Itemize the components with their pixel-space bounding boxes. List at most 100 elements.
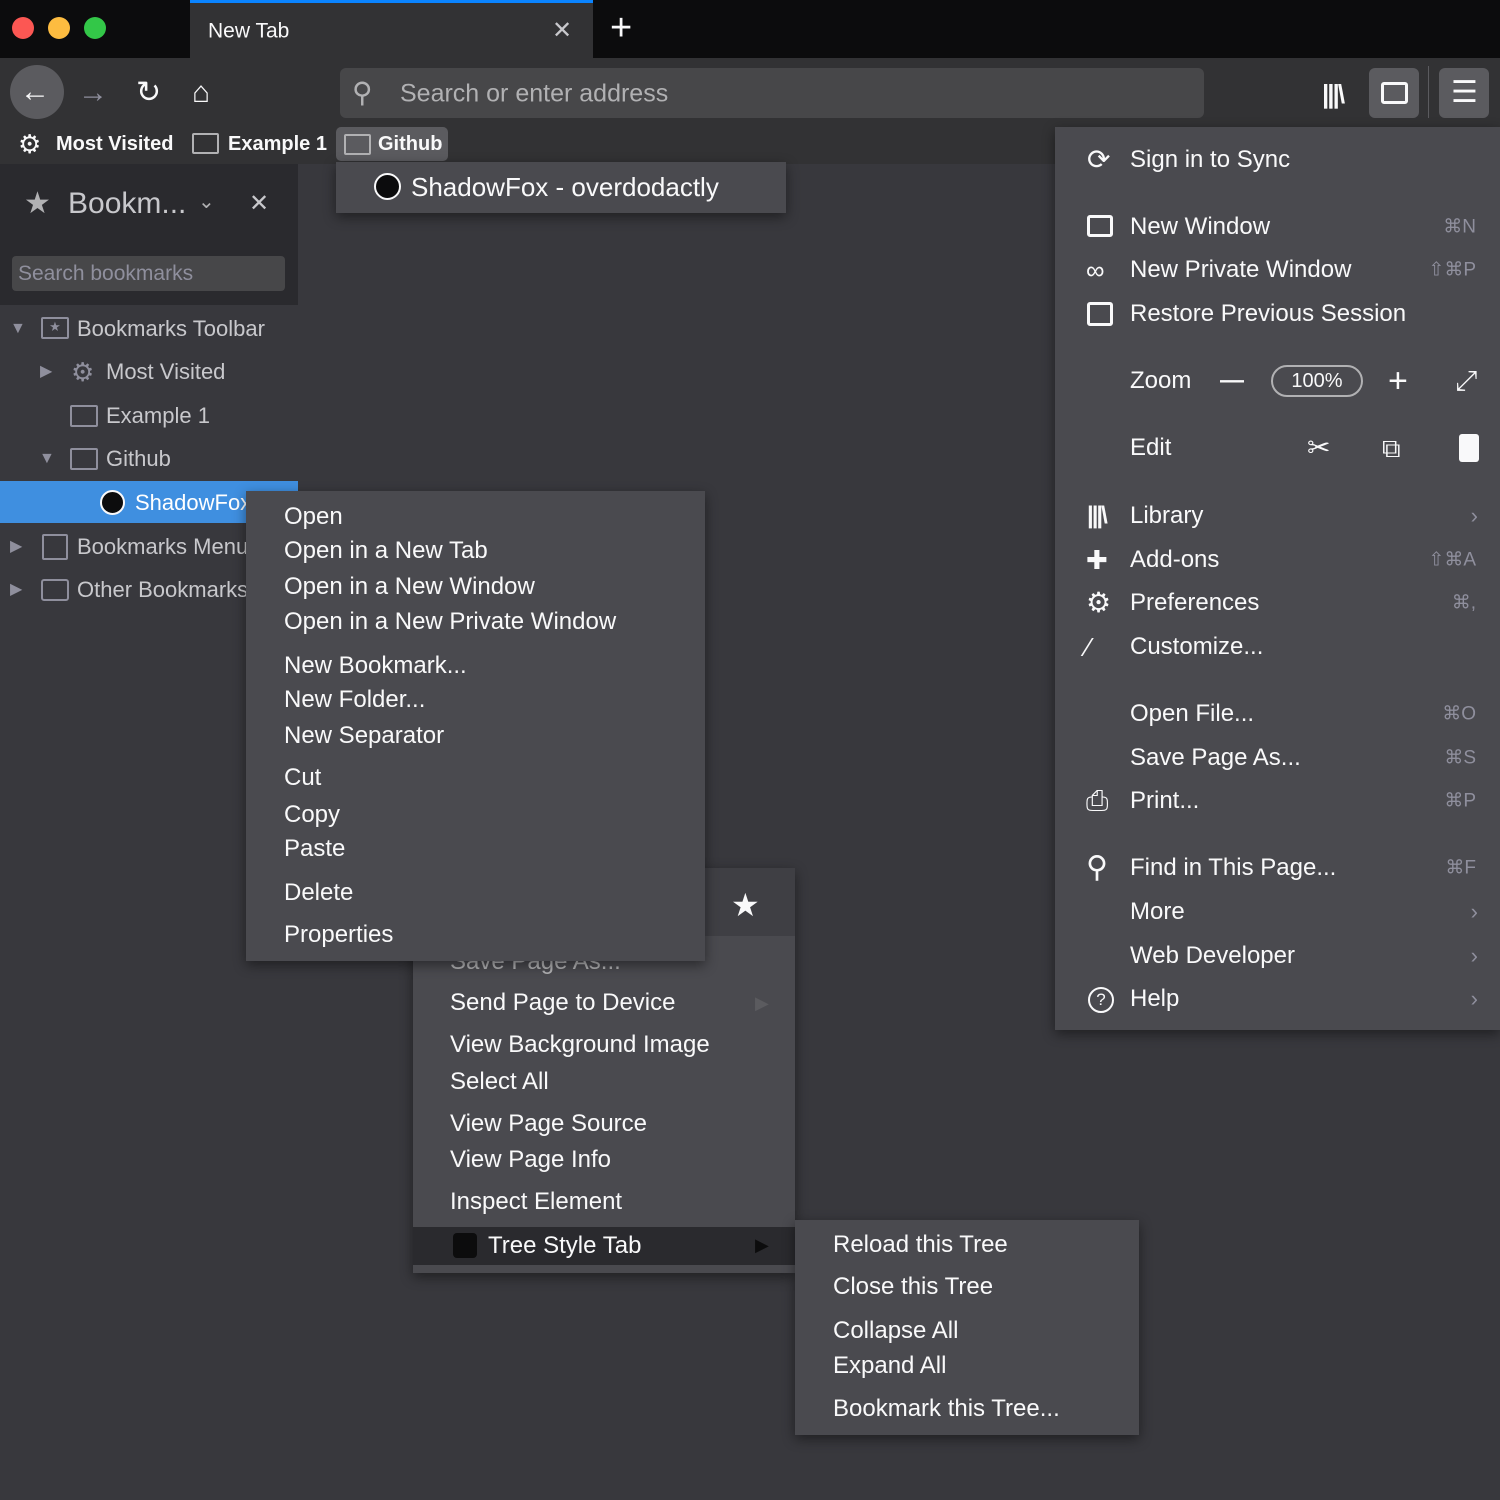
close-tab-icon[interactable]: ✕ [552,19,572,43]
tree-item-most-visited[interactable]: Most Visited [106,361,225,383]
folder-icon [70,405,98,427]
search-bookmarks-input[interactable] [12,256,285,291]
shortcut-label: ⌘, [1451,592,1476,614]
bm-item-new-bookmark[interactable]: New Bookmark... [284,654,467,678]
paintbrush-icon: ⁄ [1086,632,1091,662]
tree-item-github[interactable]: Github [106,448,171,470]
copy-icon[interactable]: ⧉ [1382,435,1401,461]
arrow-left-icon: ← [20,75,50,108]
url-bar[interactable]: ⚲ Search or enter address [340,68,1204,118]
menu-new-private-window[interactable]: New Private Window [1130,258,1351,282]
bm-item-paste[interactable]: Paste [284,837,345,861]
bm-item-cut[interactable]: Cut [284,766,321,790]
bm-item-copy[interactable]: Copy [284,803,340,827]
tree-item-bookmarks-toolbar[interactable]: Bookmarks Toolbar [77,318,265,340]
library-button[interactable]: |||\ [1322,81,1345,107]
expand-arrow-icon[interactable]: ▼ [39,451,55,467]
shortcut-label: ⌘O [1442,703,1476,725]
maximize-window-button[interactable] [84,17,106,39]
menu-library[interactable]: Library [1130,504,1203,528]
folder-icon [344,134,371,155]
url-input[interactable]: Search or enter address [400,81,668,107]
zoom-in-button[interactable]: + [1388,364,1408,398]
collapse-arrow-icon[interactable]: ▶ [10,582,22,598]
collapse-arrow-icon[interactable]: ▶ [10,539,22,555]
bm-item-new-folder[interactable]: New Folder... [284,688,425,712]
bm-item-open-private[interactable]: Open in a New Private Window [284,610,616,634]
sidebar-icon [1381,82,1408,104]
bm-item-properties[interactable]: Properties [284,923,393,947]
menu-help[interactable]: Help [1130,987,1179,1011]
tab-strip: New Tab ✕ + [0,0,1500,58]
menu-find[interactable]: Find in This Page... [1130,856,1336,880]
menu-sign-in-sync[interactable]: Sign in to Sync [1130,148,1290,172]
bm-item-open-new-tab[interactable]: Open in a New Tab [284,539,488,563]
github-icon [374,173,401,200]
puzzle-icon: ✚ [1086,545,1108,575]
tab-title: New Tab [208,19,290,43]
reload-button[interactable]: ↻ [136,78,161,108]
bm-item-open[interactable]: Open [284,505,343,529]
new-tab-button[interactable]: + [610,9,632,47]
chevron-down-icon[interactable]: ⌄ [198,192,215,212]
context-item-page-info[interactable]: View Page Info [450,1148,611,1172]
bm-item-new-separator[interactable]: New Separator [284,724,444,748]
collapse-arrow-icon[interactable]: ▶ [40,364,52,380]
tst-item-expand-all[interactable]: Expand All [833,1354,946,1378]
context-item-tree-style-tab[interactable]: Tree Style Tab ▶ [413,1227,795,1265]
menu-more[interactable]: More [1130,900,1185,924]
sidebar-toggle-button[interactable] [1369,68,1419,118]
help-icon: ? [1088,987,1114,1013]
back-button[interactable]: ← [10,65,64,119]
menu-addons[interactable]: Add-ons [1130,548,1219,572]
star-icon: ★ [24,187,51,220]
bm-item-delete[interactable]: Delete [284,881,353,905]
menu-web-developer[interactable]: Web Developer [1130,944,1295,968]
expand-arrow-icon[interactable]: ▼ [10,321,26,337]
tst-item-collapse-all[interactable]: Collapse All [833,1319,958,1343]
tree-item-example-1[interactable]: Example 1 [106,405,210,427]
menu-customize[interactable]: Customize... [1130,635,1263,659]
tab-new-tab[interactable]: New Tab ✕ [190,0,593,58]
context-item-select-all[interactable]: Select All [450,1070,549,1094]
menu-restore-session[interactable]: Restore Previous Session [1130,302,1406,326]
context-item-view-bg[interactable]: View Background Image [450,1033,710,1057]
menu-print[interactable]: Print... [1130,789,1199,813]
home-button[interactable]: ⌂ [192,78,210,108]
new-window-icon [1087,215,1113,237]
zoom-out-button[interactable]: — [1220,369,1244,393]
fullscreen-icon[interactable]: ⤢ [1455,367,1477,395]
popup-item-shadowfox[interactable]: ShadowFox - overdodactly [411,174,719,200]
bm-item-open-new-window[interactable]: Open in a New Window [284,575,535,599]
tst-item-bookmark-tree[interactable]: Bookmark this Tree... [833,1397,1060,1421]
menu-preferences[interactable]: Preferences [1130,591,1259,615]
tst-item-close[interactable]: Close this Tree [833,1275,993,1299]
cut-icon[interactable]: ✂ [1307,434,1330,462]
bookmark-context-menu: Open Open in a New Tab Open in a New Win… [246,491,705,961]
close-sidebar-icon[interactable]: ✕ [249,192,269,216]
app-menu-panel: ⟳ Sign in to Sync New Window ⌘N ∞ New Pr… [1055,127,1500,1030]
minimize-window-button[interactable] [48,17,70,39]
edit-label: Edit [1130,434,1172,461]
search-icon: ⚲ [352,77,373,108]
gear-icon: ⚙ [1086,587,1112,618]
tree-item-other-bookmarks[interactable]: Other Bookmarks [77,579,248,601]
menu-new-window[interactable]: New Window [1130,215,1270,239]
shortcut-label: ⌘F [1445,857,1476,879]
paste-icon[interactable] [1459,434,1479,462]
zoom-reset-button[interactable]: 100% [1271,365,1363,397]
context-item-send-page[interactable]: Send Page to Device [450,991,675,1015]
menu-open-file[interactable]: Open File... [1130,702,1254,726]
context-item-inspect[interactable]: Inspect Element [450,1190,622,1214]
close-window-button[interactable] [12,17,34,39]
bookmark-github[interactable]: Github [336,127,448,161]
app-menu-button[interactable]: ☰ [1439,68,1489,118]
forward-button[interactable]: → [78,78,108,108]
bookmark-star-icon[interactable]: ★ [731,889,760,921]
sidebar-title[interactable]: Bookm... [68,189,186,219]
menu-save-page[interactable]: Save Page As... [1130,746,1301,770]
tst-item-reload[interactable]: Reload this Tree [833,1233,1008,1257]
tree-item-bookmarks-menu[interactable]: Bookmarks Menu [77,536,248,558]
divider [1428,66,1429,118]
context-item-view-source[interactable]: View Page Source [450,1112,647,1136]
